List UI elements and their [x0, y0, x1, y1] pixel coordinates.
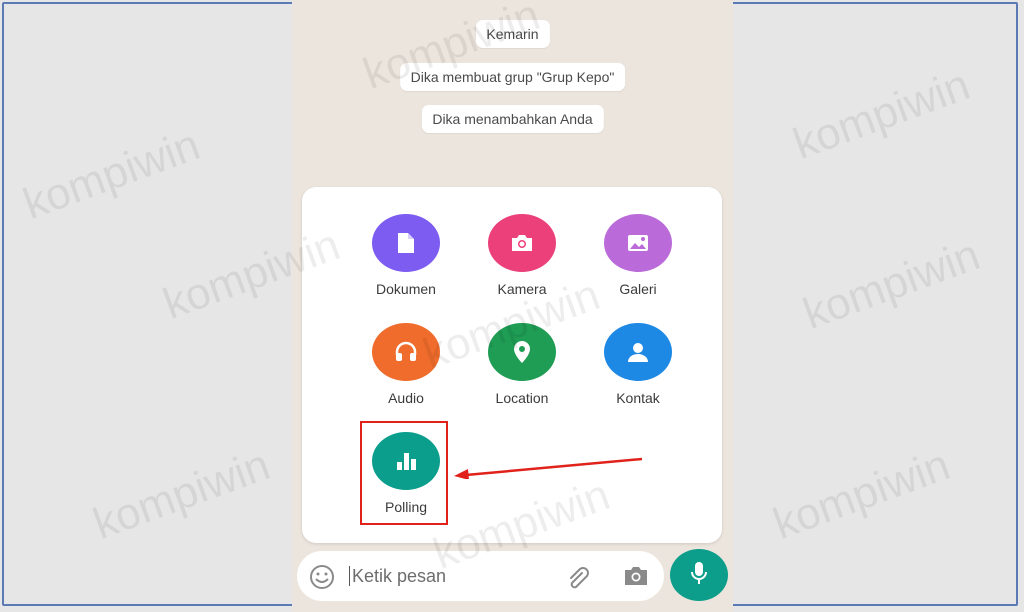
system-message-group-created: Dika membuat grup "Grup Kepo": [399, 63, 626, 91]
microphone-icon: [689, 560, 709, 591]
attach-gallery-label: Galeri: [619, 281, 657, 297]
emoji-icon[interactable]: [309, 564, 335, 595]
voice-message-button[interactable]: [670, 549, 728, 601]
attachment-panel: Dokumen Kamera Galeri Audio Location Kon…: [302, 187, 722, 543]
attach-contact-button[interactable]: Kontak: [588, 323, 688, 406]
system-message-added: Dika menambahkan Anda: [421, 105, 604, 133]
attach-location-label: Location: [495, 390, 549, 406]
location-pin-icon: [488, 323, 556, 381]
poll-highlight-box: [360, 421, 448, 525]
attach-document-button[interactable]: Dokumen: [356, 214, 456, 297]
attach-audio-button[interactable]: Audio: [356, 323, 456, 406]
chat-screen: Kemarin Dika membuat grup "Grup Kepo" Di…: [292, 0, 733, 612]
document-icon: [372, 214, 440, 272]
camera-icon[interactable]: [623, 565, 649, 592]
camera-icon: [488, 214, 556, 272]
attach-camera-label: Kamera: [497, 281, 547, 297]
headphones-icon: [372, 323, 440, 381]
attach-location-button[interactable]: Location: [472, 323, 572, 406]
attach-audio-label: Audio: [388, 390, 424, 406]
gallery-icon: [604, 214, 672, 272]
pointer-arrow: [454, 457, 643, 479]
attach-camera-button[interactable]: Kamera: [472, 214, 572, 297]
attachment-clip-icon[interactable]: [565, 564, 593, 595]
message-input-bar[interactable]: Ketik pesan: [297, 551, 664, 601]
attach-contact-label: Kontak: [616, 390, 660, 406]
contact-icon: [604, 323, 672, 381]
attach-document-label: Dokumen: [376, 281, 436, 297]
message-input-placeholder[interactable]: Ketik pesan: [349, 566, 446, 586]
date-separator: Kemarin: [475, 20, 550, 48]
attach-gallery-button[interactable]: Galeri: [588, 214, 688, 297]
